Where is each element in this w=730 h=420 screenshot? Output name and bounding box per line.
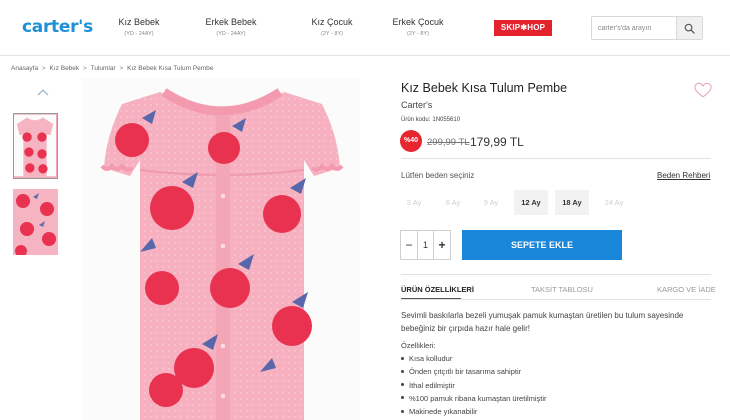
size-option-18-ay[interactable]: 18 Ay — [555, 190, 589, 215]
size-option-9-ay[interactable]: 9 Ay — [474, 190, 508, 215]
nav-age-range: (2Y - 8Y) — [407, 31, 429, 37]
add-to-cart-button[interactable]: SEPETE EKLE — [462, 230, 622, 260]
breadcrumb-link[interactable]: Tulumlar — [91, 65, 116, 72]
feature-text: İthal edilmiştir — [409, 380, 455, 390]
feature-text: %100 pamuk ribana kumaştan üretilmiştir — [409, 393, 547, 403]
feature-item: Makinede yıkanabilir — [401, 405, 547, 418]
thumbnail-detail[interactable] — [13, 189, 58, 255]
size-option-12-ay[interactable]: 12 Ay — [514, 190, 548, 215]
divider — [401, 274, 711, 275]
tab-installments[interactable]: TAKSİT TABLOSU — [531, 285, 593, 294]
nav-erkek-cocuk[interactable]: Erkek Çocuk (2Y - 8Y) — [363, 17, 473, 37]
feature-item: %100 pamuk ribana kumaştan üretilmiştir — [401, 392, 547, 405]
feature-text: Kısa kolludur — [409, 354, 453, 363]
nav-label: Erkek Çocuk — [392, 17, 444, 27]
size-option-24-ay[interactable]: 24 Ay — [597, 190, 631, 215]
product-title: Kız Bebek Kısa Tulum Pembe — [401, 81, 568, 95]
features-title: Özellikleri: — [401, 341, 436, 350]
romper-thumbnail-image — [14, 114, 56, 177]
size-option-3-ay[interactable]: 3 Ay — [397, 190, 431, 215]
breadcrumb: Anasayfa > Kız Bebek > Tulumlar > Kız Be… — [11, 65, 213, 72]
pink-romper-image — [100, 88, 344, 420]
bullet-icon — [401, 396, 404, 400]
nav-age-range: (YD - 24AY) — [216, 31, 246, 37]
product-main-image[interactable] — [82, 78, 360, 420]
breadcrumb-separator: > — [82, 65, 87, 72]
size-guide-link[interactable]: Beden Rehberi — [657, 171, 710, 180]
site-header: carter's Kız Bebek (YD - 24AY) Erkek Beb… — [0, 0, 730, 56]
size-select-label: Lütfen beden seçiniz — [401, 171, 475, 180]
quantity-decrease-button[interactable]: − — [401, 231, 417, 259]
tab-product-features[interactable]: ÜRÜN ÖZELLİKLERİ — [401, 285, 474, 294]
breadcrumb-link[interactable]: Kız Bebek — [50, 65, 80, 72]
quantity-input[interactable] — [417, 231, 434, 259]
quantity-stepper: − + — [400, 230, 451, 260]
bullet-icon — [401, 409, 404, 413]
search-button[interactable] — [676, 17, 702, 39]
breadcrumb-separator: > — [119, 65, 124, 72]
bullet-icon — [401, 369, 404, 373]
quantity-increase-button[interactable]: + — [434, 231, 450, 259]
skiphop-logo-link[interactable]: SKIP✱HOP — [494, 20, 552, 36]
nav-erkek-bebek[interactable]: Erkek Bebek (YD - 24AY) — [176, 17, 286, 37]
feature-text: Makinede yıkanabilir — [409, 407, 478, 417]
fabric-detail-image — [13, 189, 58, 255]
divider — [401, 299, 711, 300]
sku-value: 1N055610 — [432, 117, 461, 123]
chevron-up-icon[interactable] — [36, 86, 50, 98]
feature-text: Önden çıtçıtlı bir tasarıma sahiptir — [409, 367, 522, 377]
active-tab-indicator — [401, 298, 461, 299]
search-input[interactable] — [592, 17, 676, 39]
breadcrumb-separator: > — [41, 65, 46, 72]
feature-item: Önden çıtçıtlı bir tasarıma sahiptir — [401, 365, 547, 378]
discount-badge: %40 — [400, 130, 422, 152]
features-list: Kısa kolludur Önden çıtçıtlı bir tasarım… — [401, 352, 547, 418]
tab-shipping-returns[interactable]: KARGO VE İADE — [657, 285, 716, 294]
search-box — [591, 16, 703, 40]
breadcrumb-current: Kız Bebek Kısa Tulum Pembe — [127, 65, 214, 72]
bullet-icon — [401, 356, 404, 360]
feature-item: Kısa kolludur — [401, 352, 547, 365]
product-brand: Carter's — [401, 100, 433, 110]
sku-label: Ürün kodu: — [401, 117, 431, 123]
current-price: 179,99 TL — [470, 135, 524, 149]
breadcrumb-link[interactable]: Anasayfa — [11, 65, 38, 72]
product-sku: Ürün kodu: 1N055610 — [401, 117, 460, 123]
brand-logo[interactable]: carter's — [22, 17, 93, 37]
nav-label: Erkek Bebek — [205, 17, 257, 27]
size-option-6-ay[interactable]: 6 Ay — [436, 190, 470, 215]
product-description: Sevimli baskılarla bezeli yumuşak pamuk … — [401, 311, 684, 333]
heart-icon[interactable] — [694, 82, 712, 99]
search-icon — [684, 23, 695, 34]
divider — [401, 158, 711, 159]
thumbnail-front[interactable] — [13, 113, 58, 179]
feature-item: İthal edilmiştir — [401, 379, 547, 392]
bullet-icon — [401, 383, 404, 387]
old-price: 299,99 TL — [427, 137, 470, 148]
